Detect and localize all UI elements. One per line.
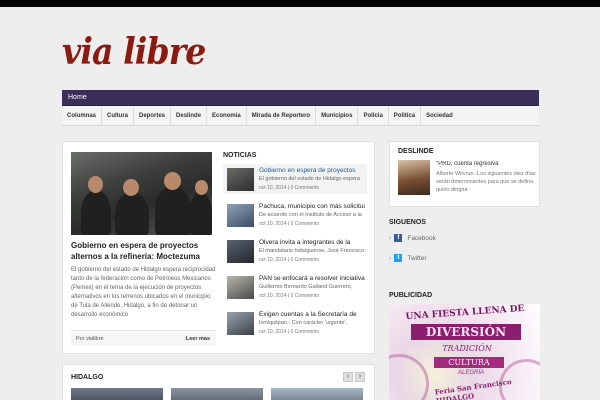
news-item[interactable]: Exigen cuentas a la Secretaría de Ixmiqu… (223, 308, 367, 338)
advertisement-banner[interactable]: UNA FIESTA LLENA DE DIVERSIÓN TRADICIÓN … (389, 304, 540, 400)
news-meta: oct 10, 2014 | 0 Comments (259, 329, 319, 335)
nav-deslinde[interactable]: Deslinde (171, 105, 208, 126)
hidalgo-panel: HIDALGO ‹ › (62, 364, 375, 400)
category-nav: Columnas Cultura Deportes Deslinde Econo… (62, 105, 539, 126)
hidalgo-thumbnail[interactable] (71, 388, 163, 400)
news-item[interactable]: Olvera invita a integrantes de la El man… (223, 236, 367, 266)
hidalgo-thumbnail[interactable] (171, 388, 263, 400)
news-excerpt: Ixmiquilpan.- Con carácter 'urgente', (259, 320, 348, 326)
nav-columnas[interactable]: Columnas (62, 105, 103, 126)
news-thumbnail[interactable] (227, 312, 254, 335)
featured-footer: Por vialibre Leer mas (71, 330, 216, 346)
hidalgo-heading: HIDALGO (71, 374, 104, 381)
news-title[interactable]: Exigen cuentas a la Secretaría de (259, 311, 365, 319)
nav-deportes[interactable]: Deportes (134, 105, 172, 126)
top-black-bar (0, 0, 600, 7)
twitter-icon: t (394, 254, 403, 262)
news-title[interactable]: Olvera invita a integrantes de la (259, 239, 365, 247)
ad-line-3: TRADICIÓN (442, 344, 492, 353)
news-excerpt: De acuerdo con el Instituto de Acceso a … (259, 212, 362, 218)
news-excerpt: El gobierno del estado de Hidalgo espera (259, 176, 360, 182)
deslinde-panel: DESLINDE "PRD, cuenta regresiva Alberto … (389, 141, 540, 207)
nav-politica[interactable]: Politica (389, 105, 422, 126)
next-arrow-icon[interactable]: › (355, 372, 365, 382)
news-title[interactable]: Gobierno en espera de proyectos (259, 167, 365, 175)
news-excerpt: El mandatario hidalguense, José Francisc… (259, 248, 365, 254)
news-thumbnail[interactable] (227, 240, 254, 263)
news-meta: oct 10, 2014 | 0 Comments (259, 257, 319, 263)
news-title[interactable]: PAN se enfocará a resolver iniciativas (259, 275, 365, 283)
featured-title[interactable]: Gobierno en espera de proyectos alternos… (71, 240, 216, 262)
featured-excerpt: El gobierno del estado de Hidalgo espera… (71, 267, 216, 318)
news-item[interactable]: Pachuca, municipio con más solicitudes D… (223, 200, 367, 230)
featured-author[interactable]: Por vialibre (76, 331, 104, 347)
ad-line-2: DIVERSIÓN (411, 324, 521, 340)
news-thumbnail[interactable] (227, 276, 254, 299)
hidalgo-thumbnail[interactable] (271, 388, 363, 400)
news-excerpt: Guillermo Bernardo Galland Guerrero, (259, 284, 353, 290)
featured-image[interactable] (71, 152, 212, 235)
twitter-label: Twitter (407, 254, 427, 262)
deslinde-author-photo[interactable] (398, 160, 430, 195)
nav-municipios[interactable]: Municipios (316, 105, 359, 126)
news-item[interactable]: Gobierno en espera de proyectos El gobie… (223, 164, 367, 194)
news-title[interactable]: Pachuca, municipio con más solicitudes (259, 203, 365, 211)
nav-sociedad[interactable]: Sociedad (421, 106, 458, 126)
deslinde-excerpt: Alberto Witvrun.-Los siguientes diez día… (436, 171, 536, 193)
twitter-link[interactable]: › t Twitter (389, 254, 427, 262)
deslinde-heading: DESLINDE (398, 148, 434, 155)
arrow-right-icon: › (389, 254, 392, 262)
news-meta: oct 10, 2014 | 0 Comments (259, 221, 319, 227)
news-meta: oct 10, 2014 | 0 Comments (259, 185, 319, 191)
facebook-icon: f (394, 234, 403, 242)
facebook-label: Facebook (407, 234, 436, 242)
nav-mirada-de-reportero[interactable]: Mirada de Reportero (247, 105, 317, 126)
noticias-heading: NOTICIAS (223, 152, 257, 159)
prev-arrow-icon[interactable]: ‹ (343, 372, 353, 382)
ad-line-1: UNA FIESTA LLENA DE (405, 304, 525, 323)
read-more-link[interactable]: Leer mas (186, 331, 210, 347)
siguenos-heading: SIGUENOS (389, 219, 426, 226)
nav-home[interactable]: Home (62, 90, 87, 106)
site-logo[interactable]: via libre (62, 32, 206, 72)
publicidad-heading: PUBLICIDAD (389, 292, 433, 299)
nav-policia[interactable]: Policia (358, 105, 389, 126)
ad-line-4: CULTURA (434, 357, 504, 368)
ad-line-5: ALEGRÍA (457, 370, 484, 376)
nav-cultura[interactable]: Cultura (102, 105, 135, 126)
news-thumbnail[interactable] (227, 168, 254, 191)
arrow-right-icon: › (389, 234, 392, 242)
news-meta: oct 10, 2014 | 0 Comments (259, 293, 319, 299)
news-thumbnail[interactable] (227, 204, 254, 227)
news-item[interactable]: PAN se enfocará a resolver iniciativas G… (223, 272, 367, 302)
main-nav: Home (62, 90, 539, 106)
featured-panel: Gobierno en espera de proyectos alternos… (62, 141, 375, 354)
deslinde-title[interactable]: "PRD, cuenta regresiva (436, 161, 536, 167)
nav-economia[interactable]: Economia (207, 105, 247, 126)
facebook-link[interactable]: › f Facebook (389, 234, 436, 242)
